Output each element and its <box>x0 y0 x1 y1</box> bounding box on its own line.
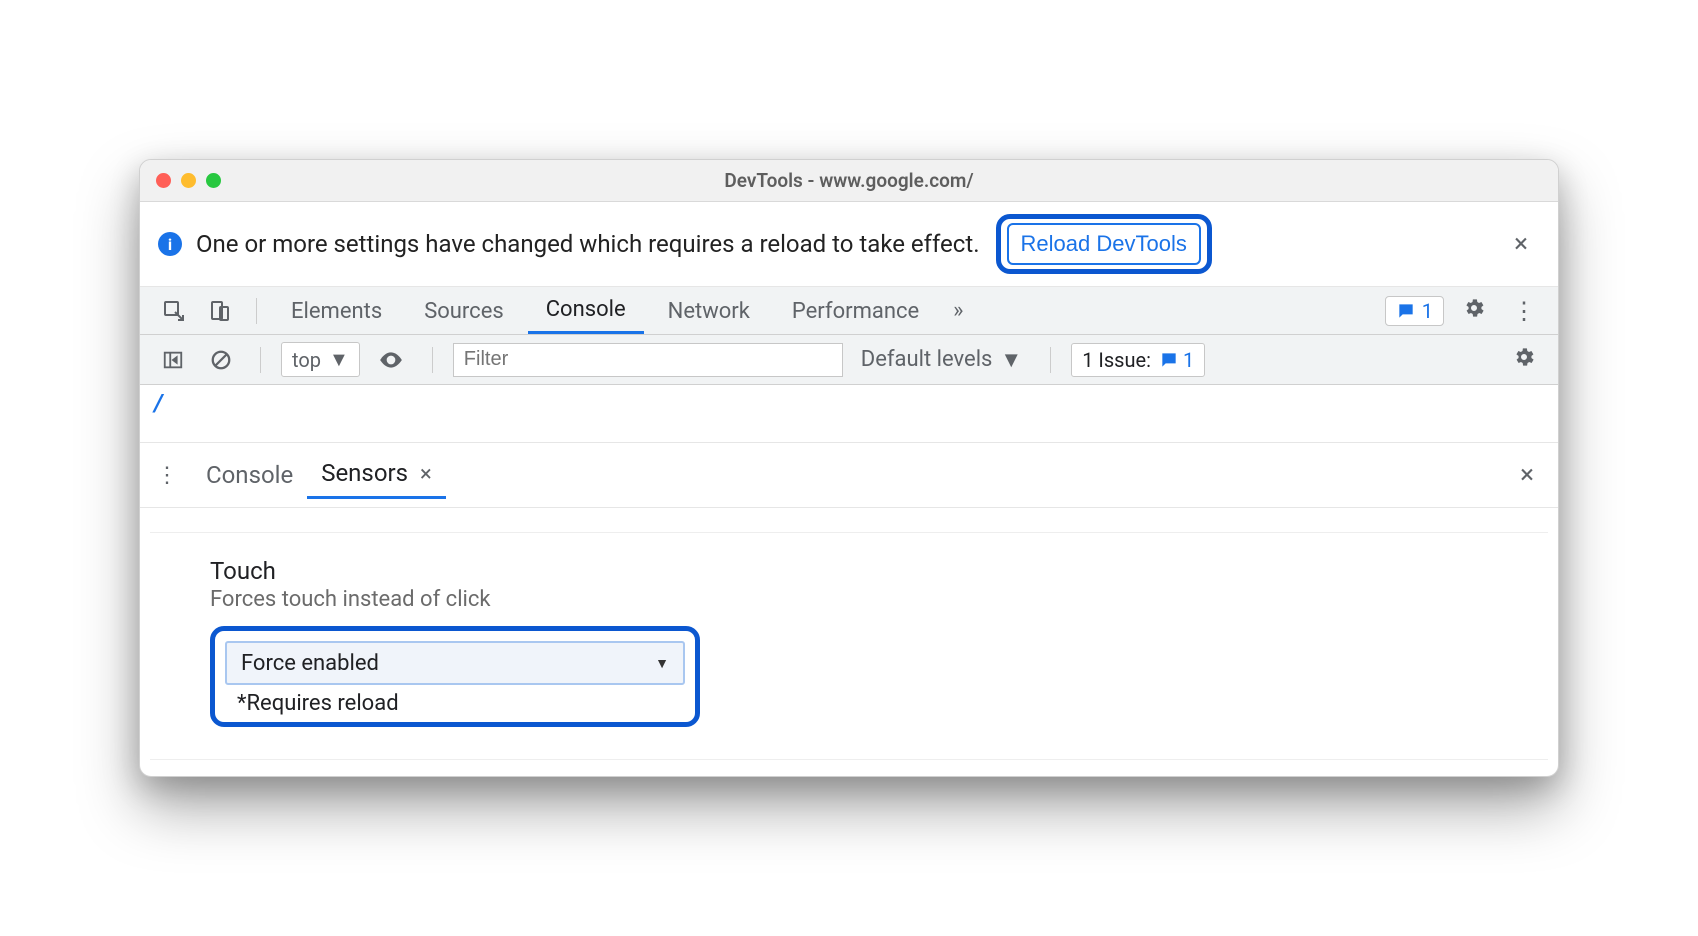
context-selector[interactable]: top ▼ <box>281 342 360 377</box>
more-menu-icon[interactable]: ⋮ <box>1504 297 1544 325</box>
issues-badge[interactable]: 1 Issue: 1 <box>1071 343 1205 377</box>
chevron-down-icon: ▼ <box>655 655 669 672</box>
requires-reload-note: *Requires reload <box>225 691 685 716</box>
issues-count: 1 <box>1183 348 1194 372</box>
sensors-panel: Touch Forces touch instead of click Forc… <box>150 532 1548 751</box>
drawer-menu-icon[interactable]: ⋮ <box>154 463 192 488</box>
drawer-tabbar: ⋮ Console Sensors × × <box>140 443 1558 508</box>
issues-label: 1 Issue: <box>1082 348 1151 372</box>
messages-badge[interactable]: 1 <box>1385 296 1444 326</box>
window-title: DevTools - www.google.com/ <box>140 169 1558 192</box>
drawer-tab-sensors[interactable]: Sensors × <box>307 451 446 499</box>
highlight-annotation: Force enabled ▼ *Requires reload <box>210 626 700 727</box>
console-prompt-icon: / <box>154 389 163 417</box>
live-expression-eye-icon[interactable] <box>370 343 412 377</box>
info-icon: i <box>158 232 182 256</box>
reload-banner: i One or more settings have changed whic… <box>140 202 1558 287</box>
separator <box>260 347 261 373</box>
separator <box>432 347 433 373</box>
touch-mode-value: Force enabled <box>241 651 379 676</box>
context-value: top <box>292 348 321 372</box>
inspect-element-icon[interactable] <box>154 295 194 327</box>
tab-console[interactable]: Console <box>528 287 644 334</box>
device-toggle-icon[interactable] <box>200 295 240 327</box>
chevron-down-icon: ▼ <box>1000 347 1022 373</box>
touch-section-title: Touch <box>210 557 1488 585</box>
close-window-icon[interactable] <box>156 173 171 188</box>
devtools-window: DevTools - www.google.com/ i One or more… <box>139 159 1559 777</box>
close-tab-icon[interactable]: × <box>414 462 432 487</box>
tab-performance[interactable]: Performance <box>774 289 937 333</box>
highlight-annotation: Reload DevTools <box>996 214 1212 274</box>
touch-mode-select[interactable]: Force enabled ▼ <box>225 641 685 685</box>
messages-count: 1 <box>1422 299 1433 323</box>
clear-console-icon[interactable] <box>202 345 240 375</box>
separator <box>256 298 257 324</box>
zoom-window-icon[interactable] <box>206 173 221 188</box>
tabs-overflow-button[interactable]: » <box>943 298 973 323</box>
reload-devtools-button[interactable]: Reload DevTools <box>1007 223 1201 265</box>
drawer-tab-console[interactable]: Console <box>192 453 307 498</box>
close-banner-button[interactable]: × <box>1502 229 1540 259</box>
titlebar: DevTools - www.google.com/ <box>140 160 1558 202</box>
banner-message: One or more settings have changed which … <box>196 230 980 258</box>
traffic-lights <box>156 173 221 188</box>
main-tabbar: Elements Sources Console Network Perform… <box>140 287 1558 335</box>
touch-section-subtitle: Forces touch instead of click <box>210 587 1488 612</box>
chevron-down-icon: ▼ <box>329 347 349 372</box>
tab-sources[interactable]: Sources <box>406 289 522 333</box>
log-levels-selector[interactable]: Default levels ▼ <box>853 347 1030 373</box>
settings-gear-icon[interactable] <box>1454 296 1494 326</box>
toggle-sidebar-icon[interactable] <box>154 345 192 375</box>
console-settings-gear-icon[interactable] <box>1504 345 1544 375</box>
tab-network[interactable]: Network <box>650 289 768 333</box>
tabbar-right: 1 ⋮ <box>1385 296 1544 326</box>
close-drawer-button[interactable]: × <box>1510 460 1544 490</box>
console-output[interactable]: / <box>140 385 1558 443</box>
levels-label: Default levels <box>861 347 993 372</box>
tab-elements[interactable]: Elements <box>273 289 400 333</box>
filter-input[interactable] <box>453 343 843 377</box>
separator <box>1050 347 1051 373</box>
minimize-window-icon[interactable] <box>181 173 196 188</box>
drawer-tab-sensors-label: Sensors <box>321 459 408 487</box>
console-toolbar: top ▼ Default levels ▼ 1 Issue: 1 <box>140 335 1558 385</box>
